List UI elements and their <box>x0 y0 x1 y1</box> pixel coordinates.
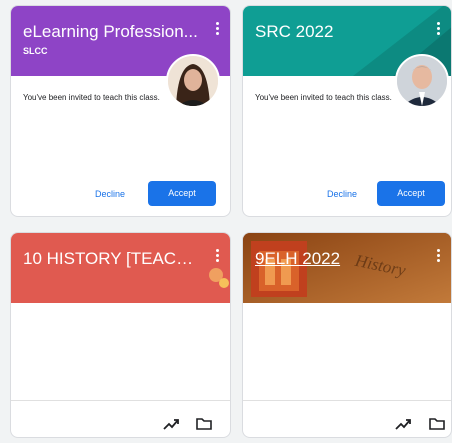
more-options-icon[interactable] <box>216 249 220 264</box>
class-card-10-history[interactable]: 10 HISTORY [TEACHE... <box>10 232 231 438</box>
more-options-icon[interactable] <box>437 249 441 264</box>
decline-button[interactable]: Decline <box>327 189 357 199</box>
decline-button[interactable]: Decline <box>95 189 125 199</box>
card-footer-divider <box>11 400 230 401</box>
class-card-9elh[interactable]: History 9ELH 2022 <box>242 232 452 438</box>
teacher-avatar <box>166 54 220 108</box>
class-banner[interactable]: 10 HISTORY [TEACHE... <box>11 233 230 303</box>
more-options-icon[interactable] <box>216 22 220 37</box>
class-title[interactable]: eLearning Profession... <box>23 22 198 42</box>
more-options-icon[interactable] <box>437 22 441 37</box>
folder-icon[interactable] <box>429 417 445 430</box>
class-title[interactable]: 9ELH 2022 <box>255 249 405 269</box>
card-footer-divider <box>243 400 451 401</box>
trending-up-icon[interactable] <box>395 418 411 430</box>
class-card-src[interactable]: SRC 2022 You've been invited to teach th… <box>242 5 452 217</box>
class-title[interactable]: 10 HISTORY [TEACHE... <box>23 249 198 269</box>
invite-message: You've been invited to teach this class. <box>23 93 160 102</box>
class-banner[interactable]: History 9ELH 2022 <box>243 233 451 303</box>
class-title[interactable]: SRC 2022 <box>255 22 415 42</box>
class-section: SLCC <box>23 46 48 56</box>
teacher-avatar <box>395 54 449 108</box>
accept-button[interactable]: Accept <box>148 181 216 206</box>
trending-up-icon[interactable] <box>163 418 179 430</box>
invite-message: You've been invited to teach this class. <box>255 93 392 102</box>
accept-button[interactable]: Accept <box>377 181 445 206</box>
class-card-elearning[interactable]: eLearning Profession... SLCC You've been… <box>10 5 231 217</box>
folder-icon[interactable] <box>196 417 212 430</box>
